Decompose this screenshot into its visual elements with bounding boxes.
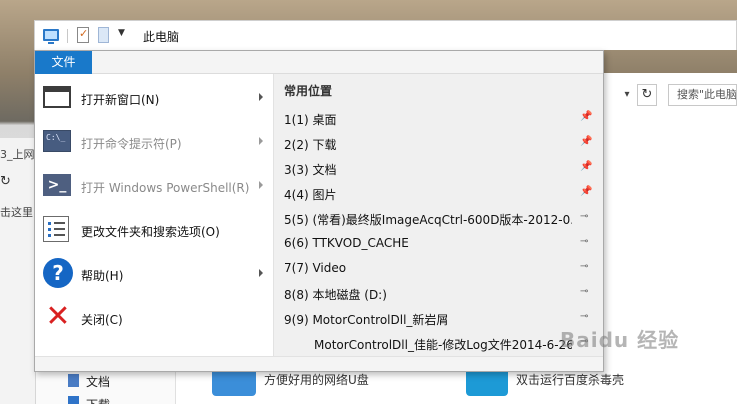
search-input[interactable]: 搜索"此电脑 <box>668 84 737 106</box>
frequent-place-label: MotorControlDll_佳能-修改Log文件2014-6-26... <box>314 338 572 352</box>
frequent-place-label: 8(8) 本地磁盘 (D:) <box>284 288 387 302</box>
close-icon: ✕ <box>45 299 71 334</box>
downloads-icon <box>68 396 79 404</box>
open-command-prompt-command: C:\_ 打开命令提示符(P) <box>35 120 273 164</box>
pinned-icon[interactable]: 📌 <box>580 111 592 122</box>
file-menu: 文件 打开新窗口(N) C:\_ 打开命令提示符(P) >_ 打开 Window… <box>34 50 604 372</box>
frequent-place-item[interactable]: 1(1) 桌面 📌 <box>274 106 604 131</box>
background-left-window: 3_上网 ↻ 击这里 <box>0 138 36 404</box>
frequent-place-label: 4(4) 图片 <box>284 188 337 202</box>
pinned-icon[interactable]: 📌 <box>580 136 592 147</box>
unpinned-icon[interactable]: ⊸ <box>580 311 588 322</box>
pinned-icon[interactable]: 📌 <box>580 186 592 197</box>
explorer-content-area <box>602 73 737 404</box>
command-label: 帮助(H) <box>81 269 124 283</box>
customize-quick-access-icon[interactable]: ▼ <box>118 28 125 38</box>
open-powershell-command: >_ 打开 Windows PowerShell(R) <box>35 164 273 208</box>
file-menu-footer <box>35 356 603 371</box>
background-left-text: 击这里 <box>0 206 33 219</box>
address-dropdown-icon[interactable]: ▾ <box>620 86 634 104</box>
open-new-window-command[interactable]: 打开新窗口(N) <box>35 76 273 120</box>
new-folder-icon[interactable] <box>98 27 109 43</box>
unpinned-icon[interactable]: ⊸ <box>580 236 588 247</box>
file-menu-commands: 打开新窗口(N) C:\_ 打开命令提示符(P) >_ 打开 Windows P… <box>35 74 273 356</box>
frequent-place-item[interactable]: MotorControlDll_佳能-修改Log文件2014-6-26... ⊸ <box>274 331 604 356</box>
pinned-icon[interactable]: 📌 <box>580 161 592 172</box>
unpinned-icon[interactable]: ⊸ <box>580 286 588 297</box>
command-label: 关闭(C) <box>81 313 123 327</box>
frequent-place-item[interactable]: 7(7) Video ⊸ <box>274 256 604 281</box>
unpinned-icon[interactable]: ⊸ <box>580 211 588 222</box>
new-window-icon <box>43 86 71 108</box>
close-command[interactable]: ✕ 关闭(C) <box>35 296 273 340</box>
frequent-place-label: 1(1) 桌面 <box>284 113 337 127</box>
frequent-place-item[interactable]: 3(3) 文档 📌 <box>274 156 604 181</box>
powershell-icon: >_ <box>43 174 71 196</box>
frequent-place-item[interactable]: 8(8) 本地磁盘 (D:) ⊸ <box>274 281 604 306</box>
frequent-place-label: 7(7) Video <box>284 261 347 275</box>
command-label: 打开新窗口(N) <box>81 93 160 107</box>
submenu-arrow-icon <box>259 93 263 101</box>
documents-icon <box>68 374 79 387</box>
submenu-arrow-icon <box>259 181 263 189</box>
command-label: 打开 Windows PowerShell(R) <box>81 181 250 195</box>
folder-options-command[interactable]: 更改文件夹和搜索选项(O) <box>35 208 273 252</box>
netdisk-app-label[interactable]: 方便好用的网络U盘 <box>264 371 369 388</box>
command-label: 更改文件夹和搜索选项(O) <box>81 225 220 239</box>
submenu-arrow-icon <box>259 137 263 145</box>
folder-options-icon <box>43 216 69 242</box>
frequent-place-item[interactable]: 4(4) 图片 📌 <box>274 181 604 206</box>
background-left-text: 3_上网 <box>0 148 35 161</box>
command-label: 打开命令提示符(P) <box>81 137 182 151</box>
frequent-place-label: 5(5) (常看)最终版ImageAcqCtrl-600D版本-2012-0..… <box>284 213 572 227</box>
refresh-button[interactable]: ↻ <box>637 84 657 106</box>
frequent-places-pane: 常用位置 1(1) 桌面 📌 2(2) 下载 📌 3(3) 文档 📌 4(4) … <box>273 74 603 356</box>
frequent-place-item[interactable]: 6(6) TTKVOD_CACHE ⊸ <box>274 231 604 256</box>
frequent-place-label: 2(2) 下载 <box>284 138 337 152</box>
toolbar-separator <box>67 29 68 43</box>
background-refresh-icon: ↻ <box>0 174 11 189</box>
frequent-place-item[interactable]: 9(9) MotorControlDll_新岩屑 ⊸ <box>274 306 604 331</box>
frequent-place-label: 6(6) TTKVOD_CACHE <box>284 236 409 250</box>
frequent-place-item[interactable]: 5(5) (常看)最终版ImageAcqCtrl-600D版本-2012-0..… <box>274 206 604 231</box>
help-command[interactable]: ? 帮助(H) <box>35 252 273 296</box>
nav-item-documents[interactable]: 文档 <box>86 373 110 390</box>
antivirus-app-label[interactable]: 双击运行百度杀毒壳 <box>516 371 624 388</box>
frequent-places-title: 常用位置 <box>284 84 333 98</box>
file-menu-top-strip <box>92 51 603 74</box>
window-title: 此电脑 <box>143 30 180 44</box>
frequent-place-label: 9(9) MotorControlDll_新岩屑 <box>284 313 449 327</box>
frequent-place-item[interactable]: 2(2) 下载 📌 <box>274 131 604 156</box>
nav-item-downloads[interactable]: 下载 <box>86 396 110 404</box>
file-tab[interactable]: 文件 <box>35 51 92 74</box>
watermark: Baidu 经验 <box>560 328 680 352</box>
submenu-arrow-icon <box>259 269 263 277</box>
unpinned-icon[interactable]: ⊸ <box>580 261 588 272</box>
help-icon: ? <box>43 258 73 288</box>
window-titlebar: ▼ 此电脑 <box>34 20 737 50</box>
command-prompt-icon: C:\_ <box>43 130 71 152</box>
this-pc-icon[interactable] <box>43 29 59 44</box>
frequent-place-label: 3(3) 文档 <box>284 163 337 177</box>
properties-icon[interactable] <box>77 27 89 43</box>
